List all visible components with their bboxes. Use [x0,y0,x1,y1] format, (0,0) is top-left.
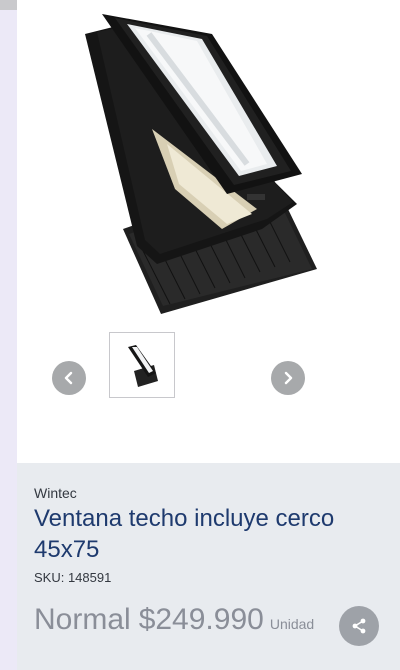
product-thumbnail[interactable] [109,332,175,398]
status-strip [0,0,17,10]
price-unit: Unidad [269,616,315,632]
price-label: Normal [34,603,131,636]
price-row: Normal $249.990 Unidad [34,603,314,637]
product-info-panel: Wintec Ventana techo incluye cerco 45x75… [17,463,400,670]
gallery-next-button[interactable] [271,361,305,395]
gallery-prev-button[interactable] [52,361,86,395]
product-sku: SKU: 148591 [34,570,112,585]
price-value: $249.990 [138,603,264,636]
product-title: Ventana techo incluye cerco 45x75 [34,505,335,563]
left-gutter [0,0,17,670]
roof-window-product-image [85,14,317,314]
page: Wintec Ventana techo incluye cerco 45x75… [0,0,400,670]
chevron-left-icon [64,371,73,385]
product-card: Wintec Ventana techo incluye cerco 45x75… [17,0,400,670]
product-gallery [17,0,400,463]
share-icon [352,618,366,634]
share-button[interactable] [339,606,379,646]
roof-window-thumbnail [128,345,158,387]
thumbnail-row [17,332,400,398]
chevron-right-icon [284,371,293,385]
product-brand: Wintec [34,485,77,501]
